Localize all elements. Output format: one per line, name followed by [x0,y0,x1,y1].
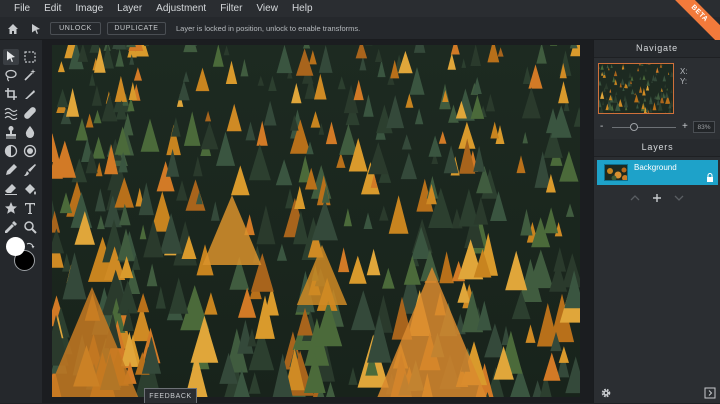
liquify-tool[interactable] [3,105,19,121]
lock-status-message: Layer is locked in position, unlock to e… [176,22,360,35]
move-layer-up-icon[interactable] [630,191,640,207]
primary-color-swatch[interactable] [6,237,25,256]
menu-edit[interactable]: Edit [44,0,61,17]
layer-name: Background [634,163,677,172]
larch-tree [648,64,651,65]
navigate-panel-title: Navigate [594,40,720,58]
options-bar: UNLOCK DUPLICATE Layer is locked in posi… [0,17,720,40]
move-layer-down-icon[interactable] [674,191,684,207]
pine-tree [303,45,310,49]
zoom-tool[interactable] [22,219,38,235]
pine-tree [570,45,578,48]
zoom-controls: - + 83% [594,120,720,134]
pine-tree [414,45,426,53]
pine-tree [144,45,149,46]
settings-gear-icon[interactable] [600,386,612,398]
pine-tree [183,45,197,52]
zoom-slider-track[interactable] [612,127,676,128]
toolbox [0,40,42,403]
swap-colors-icon[interactable] [25,238,35,248]
zoom-in-button[interactable]: + [682,120,688,134]
move-tool[interactable] [3,49,19,65]
pine-tree [112,45,126,49]
slice-tool[interactable] [22,86,38,102]
lock-icon[interactable] [706,169,714,178]
eraser-tool[interactable] [3,181,19,197]
menu-filter[interactable]: Filter [220,0,242,17]
add-layer-icon[interactable] [652,191,662,207]
brush-tool[interactable] [22,162,38,178]
unlock-button[interactable]: UNLOCK [50,22,101,35]
fill-tool[interactable] [22,181,38,197]
collapse-panel-icon[interactable] [704,386,716,398]
pine-tree [602,113,604,114]
zoom-out-button[interactable]: - [600,120,603,134]
menu-adjustment[interactable]: Adjustment [156,0,206,17]
stamp-tool[interactable] [3,124,19,140]
move-cursor-icon [30,22,42,34]
lasso-tool[interactable] [3,67,19,83]
eyedropper-tool[interactable] [3,219,19,235]
pen-tool[interactable] [3,162,19,178]
type-tool[interactable] [22,200,38,216]
shape-tool[interactable] [3,200,19,216]
magic-wand-tool[interactable] [22,67,38,83]
drop-tool[interactable] [22,124,38,140]
menu-help[interactable]: Help [292,0,313,17]
layer-actions [594,191,720,205]
x-coordinate-label: X: [680,67,688,76]
menu-bar: File Edit Image Layer Adjustment Filter … [0,0,720,17]
pine-tree [550,45,557,46]
menu-view[interactable]: View [256,0,278,17]
navigator-thumbnail[interactable] [598,63,674,114]
sponge-tool[interactable] [3,143,19,159]
home-icon[interactable] [7,22,19,34]
layer-row-background[interactable]: Background [597,160,718,185]
crop-tool[interactable] [3,86,19,102]
focus-tool[interactable] [22,143,38,159]
canvas-image-larch-forest[interactable] [52,45,580,397]
pine-tree [673,65,674,70]
zoom-slider-handle[interactable] [630,123,638,131]
marquee-tool[interactable] [22,49,38,65]
zoom-percent-input[interactable]: 83% [693,121,715,133]
pine-tree [191,45,197,46]
menu-file[interactable]: File [14,0,30,17]
duplicate-button[interactable]: DUPLICATE [107,22,166,35]
pine-tree [126,45,136,47]
menu-image[interactable]: Image [75,0,103,17]
y-coordinate-label: Y: [680,77,687,86]
menu-layer[interactable]: Layer [117,0,142,17]
feedback-button[interactable]: FEEDBACK [144,388,197,403]
heal-tool[interactable] [22,105,38,121]
layer-thumbnail [604,164,628,181]
layers-panel-title: Layers [594,139,720,157]
right-panel: Navigate X: Y: - + 83% Layers Background [593,40,720,403]
